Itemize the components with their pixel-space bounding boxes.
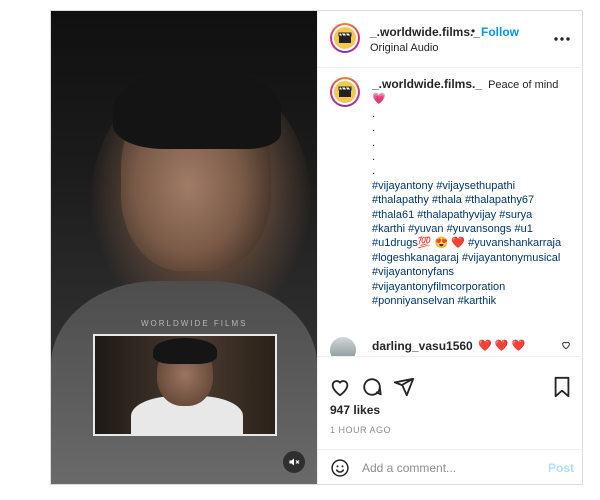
comment-row: darling_vasu1560 ❤️ ❤️ ❤️ <box>330 337 575 357</box>
comment-username[interactable]: darling_vasu1560 <box>372 339 473 353</box>
commenter-avatar[interactable] <box>330 337 356 357</box>
caption: _.worldwide.films._ Peace of mind 💗 . . … <box>330 77 575 312</box>
hashtag-line[interactable]: #vijayantonyfilmcorporation <box>372 280 572 294</box>
post-comment-button[interactable]: Post <box>548 461 574 475</box>
clapperboard-icon <box>334 27 356 49</box>
clapperboard-icon <box>334 81 356 103</box>
caption-text-block: _.worldwide.films._ Peace of mind 💗 . . … <box>372 77 572 312</box>
speaker-muted-icon <box>289 458 300 466</box>
caption-dot: . <box>372 107 376 120</box>
post-timestamp[interactable]: 1 HOUR AGO <box>330 425 391 435</box>
heart-outline-icon <box>331 380 349 397</box>
smiley-icon <box>331 459 349 477</box>
post-header: _.worldwide.films._ • Follow Original Au… <box>318 11 583 68</box>
hashtag-line[interactable]: #thalapathy #thala #thalapathy67 <box>372 193 572 207</box>
avatar[interactable] <box>330 23 360 53</box>
hashtag-line[interactable]: #thala61 #thalapathyvijay #surya <box>372 208 572 222</box>
like-button[interactable] <box>328 375 352 399</box>
header-username[interactable]: _.worldwide.films._ <box>370 25 480 39</box>
video-watermark: WORLDWIDE FILMS <box>141 319 248 328</box>
more-options-button[interactable] <box>550 27 574 51</box>
heart-outline-icon <box>562 341 570 350</box>
post-card: WORLDWIDE FILMS _.worldwide.films._ • Fo… <box>50 10 583 485</box>
hashtag-line[interactable]: #logeshkanagaraj #vijayantonymusical <box>372 251 572 265</box>
add-comment-bar: Post <box>318 449 583 486</box>
bookmark-icon <box>554 376 570 398</box>
caption-avatar[interactable] <box>330 77 360 107</box>
avatar-ring-inner <box>332 25 358 51</box>
caption-dot: . <box>372 122 376 135</box>
comment-like-button[interactable] <box>558 337 574 353</box>
hashtag-line[interactable]: #vijayantonyfans <box>372 265 572 279</box>
inset-subject-hair <box>153 338 217 364</box>
hashtag-line[interactable]: #karthi #yuvan #yuvansongs #u1 <box>372 222 572 236</box>
post-details-panel: _.worldwide.films._ • Follow Original Au… <box>317 11 583 484</box>
post-video[interactable]: WORLDWIDE FILMS <box>51 11 317 484</box>
follow-button[interactable]: Follow <box>481 25 519 39</box>
header-separator: • <box>471 24 476 38</box>
avatar-ring-inner <box>332 79 358 105</box>
comment-button[interactable] <box>360 375 384 399</box>
caption-username[interactable]: _.worldwide.films._ <box>372 77 482 91</box>
caption-dot: . <box>372 151 376 164</box>
caption-dot: . <box>372 165 376 178</box>
hashtag-line[interactable]: #ponniyanselvan #karthik <box>372 294 572 308</box>
action-bar: 947 likes 1 HOUR AGO Post <box>318 356 583 485</box>
caption-first-line: _.worldwide.films._ Peace of mind 💗 <box>372 77 572 107</box>
hashtag-line[interactable]: #u1drugs💯 😍 ❤️ #yuvanshankarraja <box>372 236 572 250</box>
like-count[interactable]: 947 likes <box>330 403 380 417</box>
speech-bubble-icon <box>363 378 382 396</box>
audio-label[interactable]: Original Audio <box>370 42 439 54</box>
more-horizontal-icon <box>554 37 570 41</box>
video-inset-photo <box>93 334 277 436</box>
save-button[interactable] <box>550 375 574 399</box>
emoji-button[interactable] <box>328 456 352 480</box>
mute-button[interactable] <box>283 451 305 473</box>
share-button[interactable] <box>392 375 416 399</box>
comment-input[interactable] <box>360 460 534 476</box>
comment-text: ❤️ ❤️ ❤️ <box>478 340 526 352</box>
video-subject-hair <box>113 69 281 149</box>
hashtag-line[interactable]: #vijayantony #vijaysethupathi <box>372 179 572 193</box>
caption-dot: . <box>372 136 376 149</box>
paper-plane-icon <box>393 377 415 397</box>
